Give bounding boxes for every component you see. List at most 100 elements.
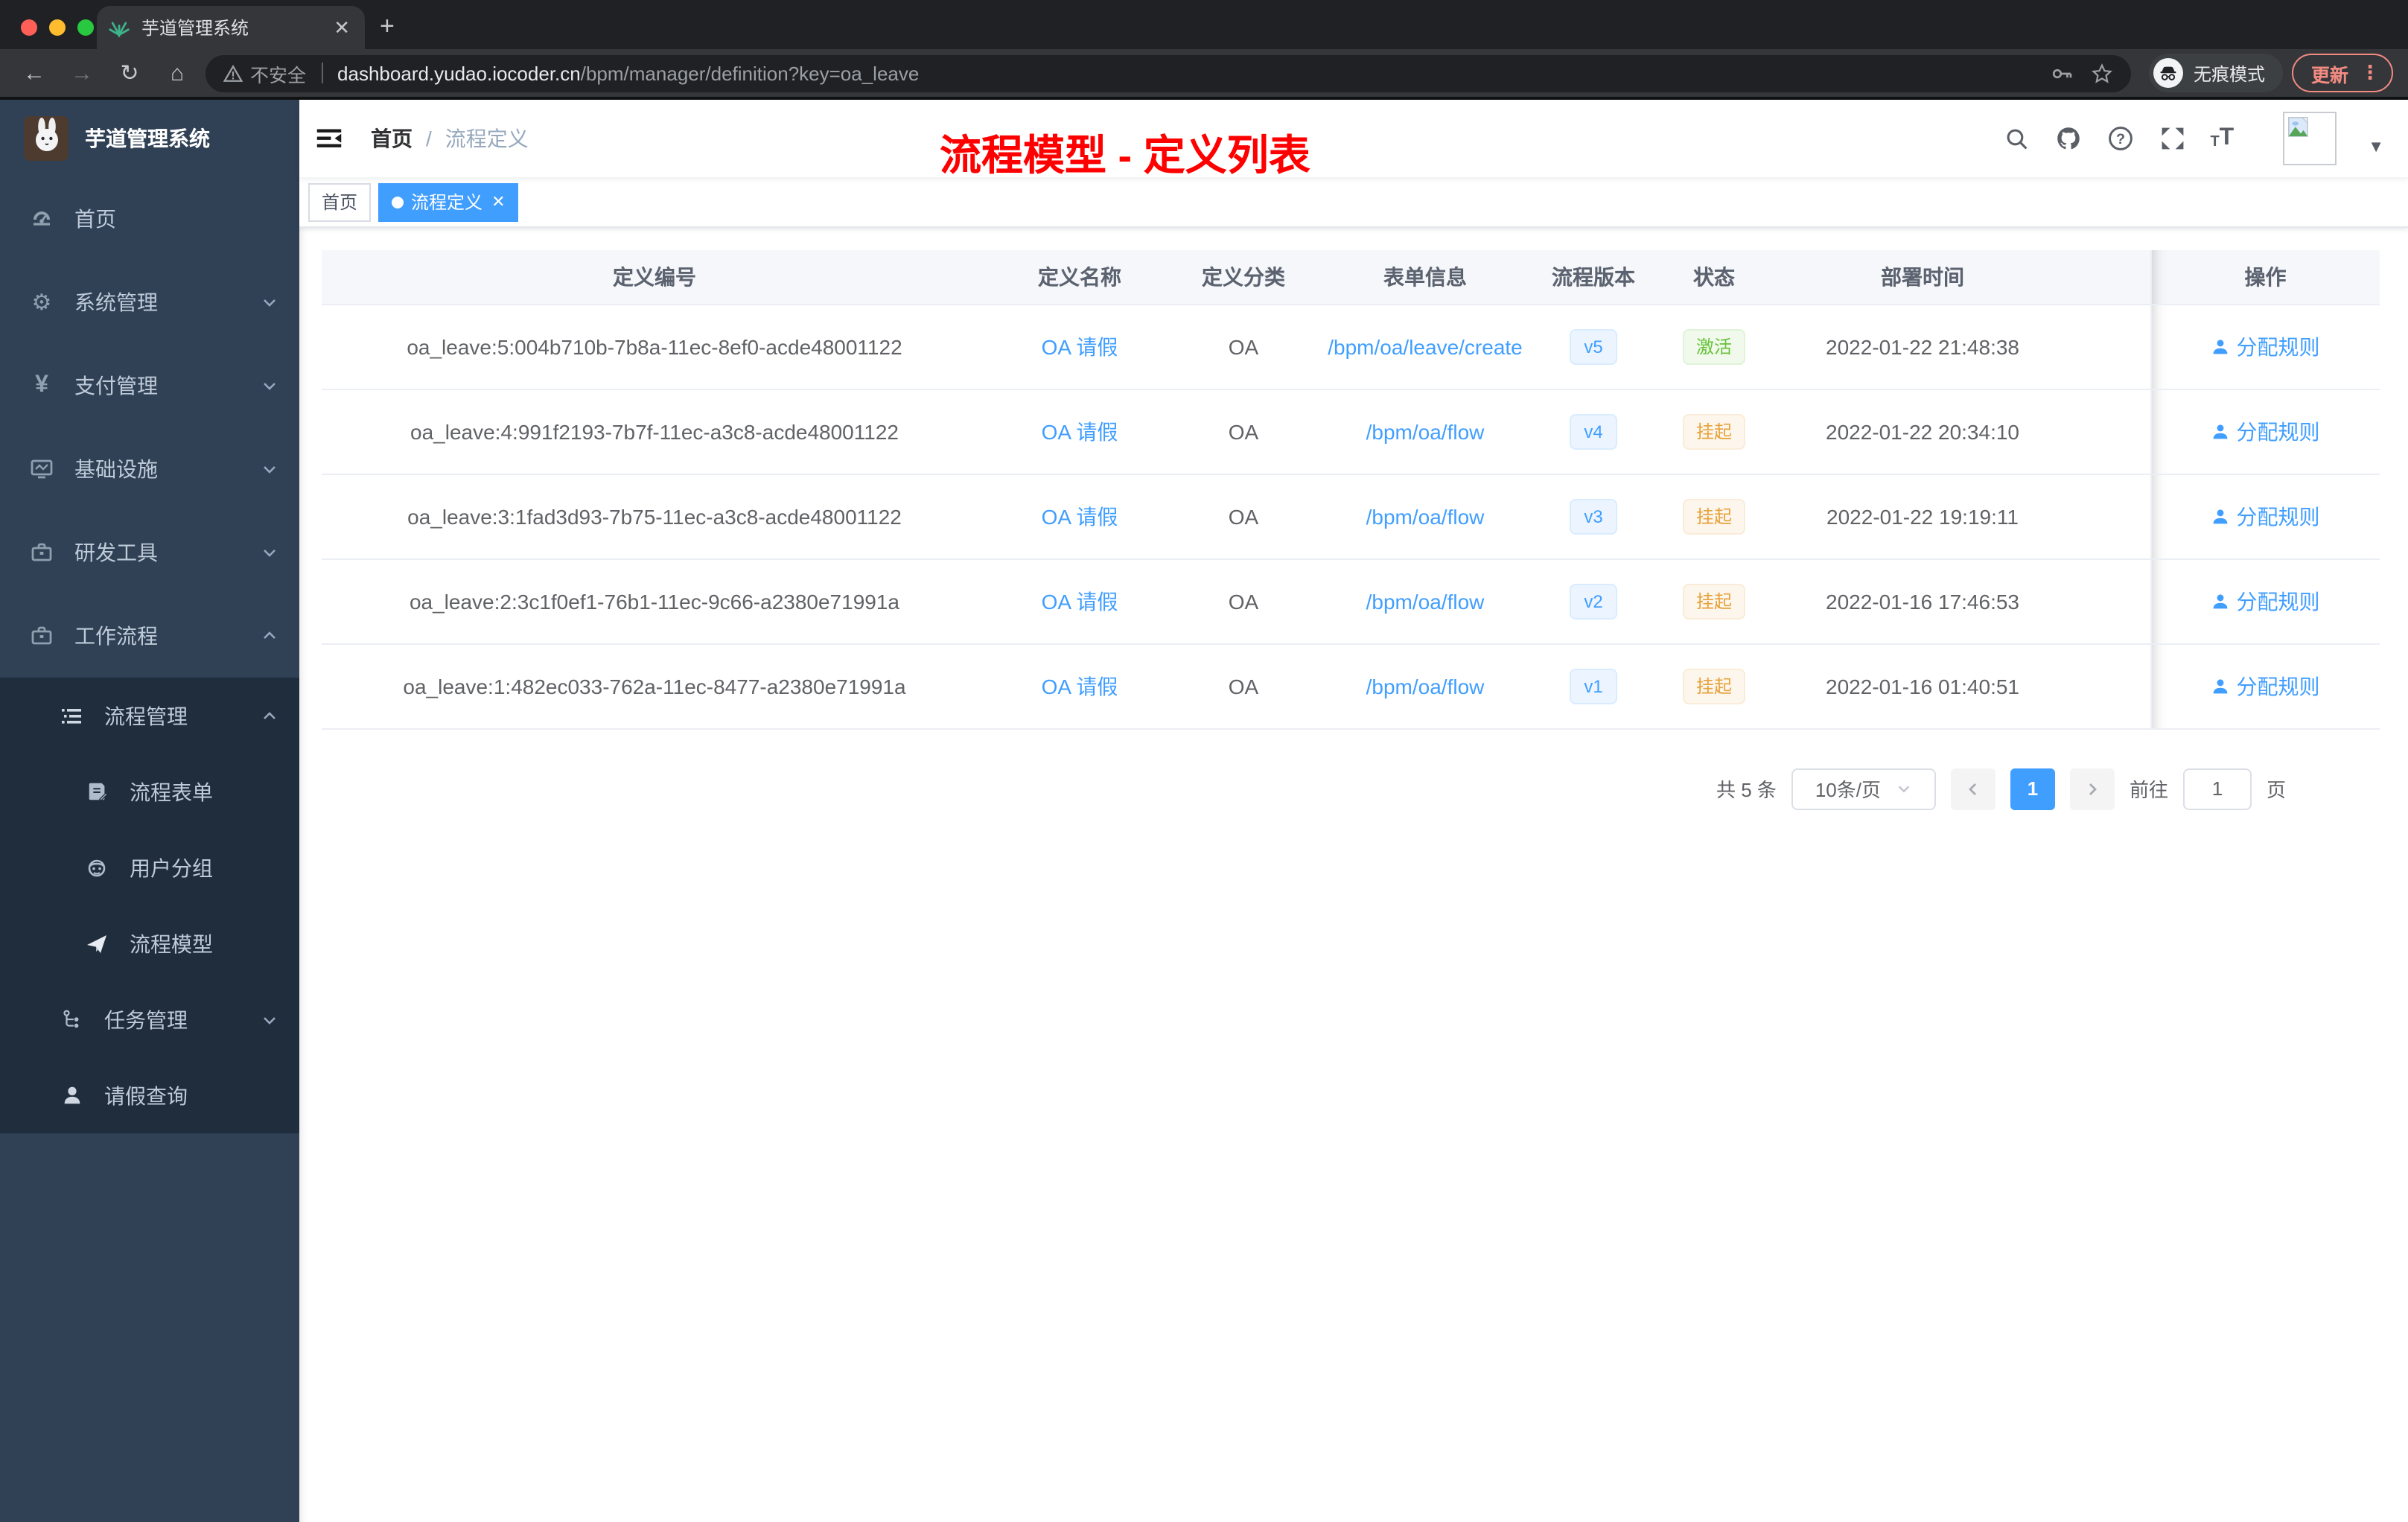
col-header-id: 定义编号 (322, 250, 987, 305)
goto-page-input[interactable] (2182, 768, 2252, 809)
cell-deploy-time: 2022-01-16 17:46:53 (1777, 558, 2068, 644)
status-badge: 挂起 (1682, 498, 1745, 534)
assign-rule-button[interactable]: 分配规则 (2211, 501, 2320, 531)
goto-label: 前往 (2129, 779, 2168, 801)
assign-rule-button[interactable]: 分配规则 (2211, 586, 2320, 616)
bookmark-star-icon[interactable] (2091, 62, 2113, 84)
sidebar-item-user-group[interactable]: 用户分组 (0, 830, 299, 905)
sidebar-item-label: 研发工具 (74, 541, 158, 564)
col-header-status: 状态 (1651, 250, 1777, 305)
pagination: 共 5 条 10条/页 1 前往 页 (322, 768, 2386, 809)
forward-icon[interactable]: → (63, 60, 101, 86)
sidebar-menu: 首页 ⚙ 系统管理 ¥ 支付管理 基础设施 研发工具 工作流程 流程管理 流程表… (0, 177, 299, 1522)
form-link[interactable]: /bpm/oa/leave/create (1328, 334, 1523, 358)
app-navbar: 首页 / 流程定义 ? T T ▼ (299, 100, 2408, 177)
address-bar[interactable]: 不安全 dashboard.yudao.iocoder.cn/bpm/manag… (206, 54, 2131, 92)
sidebar-item-leave-query[interactable]: 请假查询 (0, 1057, 299, 1133)
version-badge: v4 (1569, 413, 1618, 449)
definition-name-link[interactable]: OA 请假 (1042, 589, 1118, 613)
sidebar-logo[interactable]: 芋道管理系统 (0, 100, 299, 177)
cell-spacer (2068, 304, 2150, 389)
sidebar-item-process-manage[interactable]: 流程管理 (0, 678, 299, 754)
breadcrumb-home[interactable]: 首页 (371, 124, 413, 153)
tag-close-icon[interactable]: ✕ (491, 192, 505, 211)
sidebar-item-label: 支付管理 (74, 374, 158, 398)
page-size-select[interactable]: 10条/页 (1791, 768, 1936, 809)
reload-icon[interactable]: ↻ (110, 60, 149, 86)
sidebar-item-label: 流程模型 (130, 932, 213, 955)
home-icon[interactable]: ⌂ (158, 60, 197, 86)
chevron-left-icon (1968, 783, 1976, 795)
definition-name-link[interactable]: OA 请假 (1042, 334, 1118, 358)
table-row: oa_leave:5:004b710b-7b8a-11ec-8ef0-acde4… (322, 304, 2380, 389)
user-icon (2213, 339, 2227, 354)
sidebar-item-workflow[interactable]: 工作流程 (0, 594, 299, 678)
hamburger-icon[interactable] (314, 122, 347, 155)
sidebar-item-payment[interactable]: ¥ 支付管理 (0, 344, 299, 427)
tag-label: 流程定义 (411, 192, 483, 213)
help-icon[interactable]: ? (2106, 124, 2135, 153)
next-page-button[interactable] (2069, 768, 2115, 809)
github-icon[interactable] (2054, 124, 2083, 153)
sidebar-item-process-form[interactable]: 流程表单 (0, 754, 299, 830)
tab-close-icon[interactable]: ✕ (331, 16, 353, 39)
assign-rule-button[interactable]: 分配规则 (2211, 671, 2320, 701)
font-size-icon[interactable]: TT (2210, 126, 2234, 150)
sidebar-item-infrastructure[interactable]: 基础设施 (0, 427, 299, 511)
definition-name-link[interactable]: OA 请假 (1042, 504, 1118, 528)
incognito-badge[interactable]: 无痕模式 (2148, 54, 2283, 92)
cell-definition-id: oa_leave:2:3c1f0ef1-76b1-11ec-9c66-a2380… (322, 558, 987, 644)
form-link[interactable]: /bpm/oa/flow (1366, 419, 1485, 443)
sidebar-item-label: 工作流程 (74, 624, 158, 648)
not-secure-warning-icon[interactable] (223, 63, 243, 83)
definition-name-link[interactable]: OA 请假 (1042, 674, 1118, 698)
back-icon[interactable]: ← (15, 60, 54, 86)
status-badge: 挂起 (1682, 668, 1745, 704)
cell-category: OA (1172, 304, 1315, 389)
update-label: 更新 (2310, 65, 2348, 86)
cell-definition-id: oa_leave:4:991f2193-7b7f-11ec-a3c8-acde4… (322, 389, 987, 474)
form-link[interactable]: /bpm/oa/flow (1366, 589, 1485, 613)
new-tab-button[interactable]: + (380, 12, 395, 42)
avatar[interactable] (2283, 112, 2337, 165)
version-badge: v2 (1569, 583, 1618, 619)
url-text: dashboard.yudao.iocoder.cn/bpm/manager/d… (337, 62, 2033, 84)
sidebar-item-devtools[interactable]: 研发工具 (0, 511, 299, 594)
form-link[interactable]: /bpm/oa/flow (1366, 504, 1485, 528)
assign-rule-button[interactable]: 分配规则 (2211, 331, 2320, 361)
search-icon[interactable] (2001, 124, 2031, 153)
window-minimize-button[interactable] (49, 19, 66, 36)
sidebar-item-process-model[interactable]: 流程模型 (0, 905, 299, 981)
browser-menu-kebab-icon[interactable]: ⋮ (2360, 61, 2380, 85)
process-form-icon (85, 780, 109, 803)
sidebar-item-system[interactable]: ⚙ 系统管理 (0, 261, 299, 344)
definition-name-link[interactable]: OA 请假 (1042, 419, 1118, 443)
fullscreen-icon[interactable] (2158, 124, 2188, 153)
tag-home[interactable]: 首页 (308, 182, 372, 221)
cell-category: OA (1172, 389, 1315, 474)
prev-page-button[interactable] (1950, 768, 1995, 809)
user-group-icon (85, 856, 109, 879)
sidebar-item-task-manage[interactable]: 任务管理 (0, 981, 299, 1057)
cell-definition-id: oa_leave:3:1fad3d93-7b75-11ec-a3c8-acde4… (322, 474, 987, 559)
cell-deploy-time: 2022-01-22 19:19:11 (1777, 474, 2068, 559)
sidebar-item-label: 流程管理 (104, 704, 188, 727)
tag-process-definition[interactable]: 流程定义 ✕ (378, 182, 519, 221)
app-title: 芋道管理系统 (85, 127, 210, 150)
window-close-button[interactable] (21, 19, 37, 36)
form-link[interactable]: /bpm/oa/flow (1366, 674, 1485, 698)
browser-tab[interactable]: 芋道管理系统 ✕ (97, 6, 365, 49)
definition-table: 定义编号 定义名称 定义分类 表单信息 流程版本 状态 部署时间 操作 oa_l… (322, 250, 2380, 729)
chevron-right-icon (2089, 783, 2097, 795)
sidebar-item-home[interactable]: 首页 (0, 177, 299, 261)
cell-category: OA (1172, 474, 1315, 559)
page-content: 定义编号 定义名称 定义分类 表单信息 流程版本 状态 部署时间 操作 oa_l… (299, 228, 2408, 1522)
chrome-update-button[interactable]: 更新 ⋮ (2291, 54, 2393, 92)
payment-icon: ¥ (35, 372, 48, 398)
caret-down-icon[interactable]: ▼ (2368, 138, 2384, 156)
assign-rule-button[interactable]: 分配规则 (2211, 416, 2320, 446)
page-number-button[interactable]: 1 (2010, 768, 2055, 809)
window-zoom-button[interactable] (77, 19, 94, 36)
password-key-icon[interactable] (2051, 62, 2073, 84)
chevron-up-icon (261, 627, 278, 645)
